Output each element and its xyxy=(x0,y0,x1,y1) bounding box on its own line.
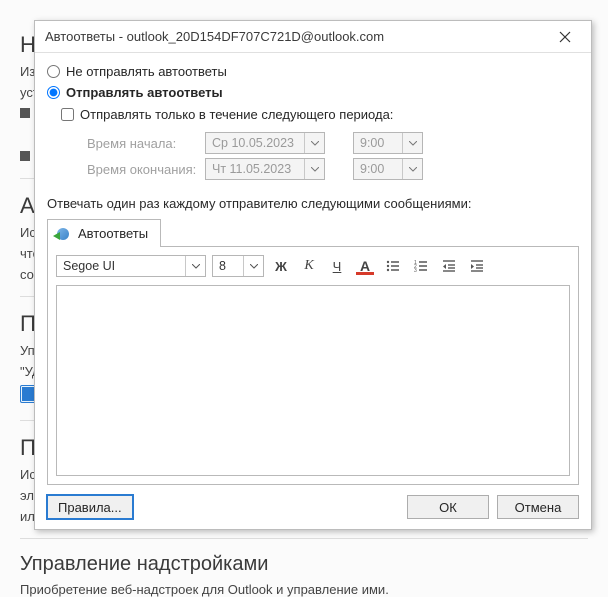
end-time-combo[interactable]: 9:00 xyxy=(353,158,423,180)
radio-do-not-send[interactable]: Не отправлять автоответы xyxy=(47,64,579,79)
color-bar-icon xyxy=(356,272,374,275)
end-date-value: Чт 11.05.2023 xyxy=(206,162,304,176)
radio-on-input[interactable] xyxy=(47,86,60,99)
globe-arrow-icon xyxy=(54,225,72,243)
chevron-down-icon xyxy=(304,133,324,153)
italic-button[interactable]: К xyxy=(298,255,320,277)
start-date-combo[interactable]: Ср 10.05.2023 xyxy=(205,132,325,154)
bullet-icon xyxy=(20,108,30,118)
start-time-value: 9:00 xyxy=(354,136,402,150)
font-size-value: 8 xyxy=(213,259,243,273)
numbered-list-button[interactable]: 123 xyxy=(410,255,432,277)
bullet-list-icon xyxy=(386,259,400,273)
end-time-label: Время окончания: xyxy=(87,162,197,177)
chevron-down-icon xyxy=(243,256,263,276)
radio-on-label: Отправлять автоответы xyxy=(66,85,223,100)
start-date-value: Ср 10.05.2023 xyxy=(206,136,304,150)
font-size-combo[interactable]: 8 xyxy=(212,255,264,277)
numbered-list-icon: 123 xyxy=(414,259,428,273)
cancel-button[interactable]: Отмена xyxy=(497,495,579,519)
radio-off-label: Не отправлять автоответы xyxy=(66,64,227,79)
bullet-list-button[interactable] xyxy=(382,255,404,277)
editor-panel: Segoe UI 8 Ж К Ч А 123 xyxy=(47,247,579,485)
outdent-button[interactable] xyxy=(438,255,460,277)
tab-label: Автоответы xyxy=(78,226,148,241)
font-family-combo[interactable]: Segoe UI xyxy=(56,255,206,277)
radio-off-input[interactable] xyxy=(47,65,60,78)
bullet-icon xyxy=(20,151,30,161)
indent-button[interactable] xyxy=(466,255,488,277)
message-editor[interactable] xyxy=(56,285,570,476)
bg-heading-addons: Управление надстройками xyxy=(20,553,588,576)
start-time-label: Время начала: xyxy=(87,136,197,151)
reply-instruction: Отвечать один раз каждому отправителю сл… xyxy=(47,196,579,211)
bg-text: Приобретение веб-надстроек для Outlook и… xyxy=(20,582,588,597)
chevron-down-icon xyxy=(304,159,324,179)
end-date-combo[interactable]: Чт 11.05.2023 xyxy=(205,158,325,180)
ok-button[interactable]: ОК xyxy=(407,495,489,519)
tab-autoreplies[interactable]: Автоответы xyxy=(47,219,161,247)
titlebar: Автоответы - outlook_20D154DF707C721D@ou… xyxy=(35,21,591,53)
dialog-title: Автоответы - outlook_20D154DF707C721D@ou… xyxy=(45,29,545,44)
editor-toolbar: Segoe UI 8 Ж К Ч А 123 xyxy=(56,255,570,277)
close-button[interactable] xyxy=(545,23,585,51)
close-icon xyxy=(559,31,571,43)
svg-text:3: 3 xyxy=(414,268,417,273)
font-family-value: Segoe UI xyxy=(57,259,185,273)
checkbox-period-row[interactable]: Отправлять только в течение следующего п… xyxy=(61,107,579,122)
chevron-down-icon xyxy=(402,159,422,179)
chevron-down-icon xyxy=(402,133,422,153)
underline-button[interactable]: Ч xyxy=(326,255,348,277)
dialog-footer: Правила... ОК Отмена xyxy=(35,485,591,529)
end-time-value: 9:00 xyxy=(354,162,402,176)
chevron-down-icon xyxy=(185,256,205,276)
radio-send[interactable]: Отправлять автоответы xyxy=(47,85,579,100)
bold-button[interactable]: Ж xyxy=(270,255,292,277)
tab-bar: Автоответы xyxy=(47,217,579,247)
start-time-combo[interactable]: 9:00 xyxy=(353,132,423,154)
autoreply-dialog: Автоответы - outlook_20D154DF707C721D@ou… xyxy=(34,20,592,530)
rules-button[interactable]: Правила... xyxy=(47,495,133,519)
font-color-button[interactable]: А xyxy=(354,255,376,277)
time-range-grid: Время начала: Ср 10.05.2023 9:00 Время о… xyxy=(87,128,579,184)
checkbox-period[interactable] xyxy=(61,108,74,121)
checkbox-period-label: Отправлять только в течение следующего п… xyxy=(80,107,393,122)
outdent-icon xyxy=(442,259,456,273)
indent-icon xyxy=(470,259,484,273)
